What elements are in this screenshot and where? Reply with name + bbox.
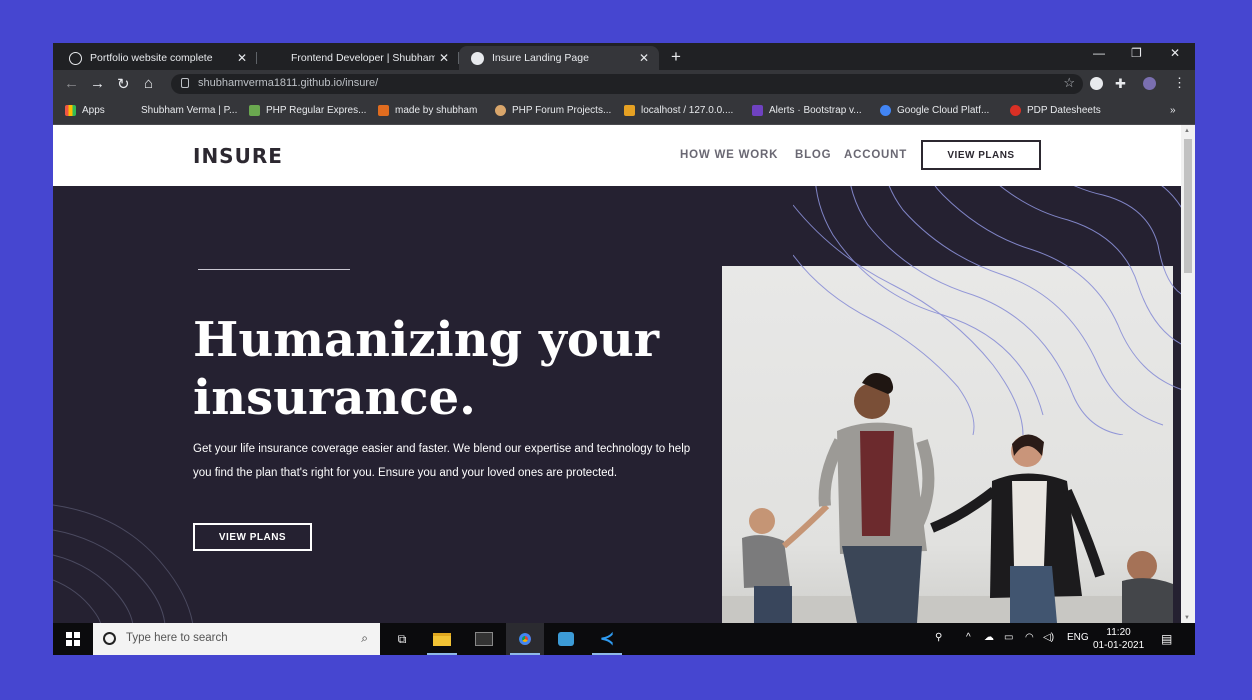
onedrive-icon[interactable]: ☁ xyxy=(984,632,994,643)
taskbar-search-box[interactable]: Type here to search ⌕ xyxy=(93,623,380,655)
new-tab-button[interactable]: + xyxy=(671,47,681,67)
extensions-puzzle-icon[interactable]: ✚ xyxy=(1115,76,1126,92)
browser-tab[interactable]: Portfolio website complete ✕ xyxy=(57,46,257,70)
bookmark-label: Alerts · Bootstrap v... xyxy=(769,105,862,116)
web-page: INSURE HOW WE WORK BLOG ACCOUNT VIEW PLA… xyxy=(53,125,1181,623)
url-text: shubhamverma1811.github.io/insure/ xyxy=(198,77,379,89)
terminal-icon[interactable] xyxy=(465,623,503,655)
minimize-button[interactable]: — xyxy=(1093,46,1105,60)
clock-time: 11:20 xyxy=(1106,627,1131,638)
bookmark-item[interactable]: Google Cloud Platf... xyxy=(880,105,989,116)
bookmark-favicon xyxy=(495,105,506,116)
bookmark-item[interactable]: PHP Regular Expres... xyxy=(249,105,366,116)
bookmark-item[interactable]: PDP Datesheets xyxy=(1010,105,1101,116)
bookmarks-bar: Apps Shubham Verma | P... PHP Regular Ex… xyxy=(53,98,1195,125)
nav-link-account[interactable]: ACCOUNT xyxy=(844,149,907,161)
search-placeholder: Type here to search xyxy=(126,632,228,644)
tab-title: Portfolio website complete xyxy=(90,52,213,64)
people-icon[interactable]: ⚲ xyxy=(935,632,942,643)
vscode-icon[interactable]: ≺ xyxy=(588,623,626,655)
bookmark-apps[interactable]: Apps xyxy=(65,105,105,116)
app-icon[interactable] xyxy=(547,623,585,655)
close-tab-icon[interactable]: ✕ xyxy=(639,51,649,65)
windows-taskbar: Type here to search ⌕ ⧉ ≺ ⚲ ^ ☁ ▭ ◠ ◁) E… xyxy=(53,623,1195,655)
bookmark-label: Shubham Verma | P... xyxy=(141,105,238,116)
nav-link-blog[interactable]: BLOG xyxy=(795,149,831,161)
menu-kebab-icon[interactable]: ⋮ xyxy=(1173,75,1186,91)
tab-title: Insure Landing Page xyxy=(492,52,589,64)
page-favicon xyxy=(471,51,484,65)
bookmark-favicon xyxy=(249,105,260,116)
scroll-up-icon[interactable]: ▲ xyxy=(1184,128,1190,134)
browser-tab[interactable]: Frontend Developer | Shubham V ✕ xyxy=(263,46,459,70)
bookmark-item[interactable]: made by shubham xyxy=(378,105,477,116)
maximize-button[interactable]: ❐ xyxy=(1131,46,1142,60)
bootstrap-icon xyxy=(752,105,763,116)
chrome-icon[interactable] xyxy=(506,623,544,655)
extension-icon[interactable] xyxy=(1090,77,1103,90)
view-plans-hero-button[interactable]: VIEW PLANS xyxy=(193,523,312,551)
cortana-icon xyxy=(103,632,116,645)
bookmark-item[interactable]: localhost / 127.0.0.... xyxy=(624,105,733,116)
chevron-up-icon[interactable]: ^ xyxy=(966,632,971,643)
bookmark-favicon xyxy=(880,105,891,116)
browser-tab-strip: Portfolio website complete ✕ Frontend De… xyxy=(53,43,1195,70)
browser-tab-active[interactable]: Insure Landing Page ✕ xyxy=(459,46,659,70)
task-view-icon[interactable]: ⧉ xyxy=(383,623,421,655)
close-window-button[interactable]: ✕ xyxy=(1170,46,1180,60)
microphone-icon[interactable]: ⌕ xyxy=(361,631,368,646)
forward-icon[interactable]: → xyxy=(90,75,105,92)
back-icon[interactable]: ← xyxy=(64,75,79,92)
home-icon[interactable]: ⌂ xyxy=(144,75,153,92)
apps-grid-icon xyxy=(65,105,76,116)
clock-date: 01-01-2021 xyxy=(1093,640,1145,651)
bookmark-favicon xyxy=(378,105,389,116)
hero-description: Get your life insurance coverage easier … xyxy=(193,443,691,479)
reload-icon[interactable]: ↻ xyxy=(117,75,130,93)
scrollbar-thumb[interactable] xyxy=(1184,139,1192,273)
page-scrollbar[interactable]: ▲ ▼ xyxy=(1181,125,1195,623)
battery-icon[interactable]: ▭ xyxy=(1004,632,1013,643)
volume-icon[interactable]: ◁) xyxy=(1043,632,1054,643)
bookmark-item[interactable]: Alerts · Bootstrap v... xyxy=(752,105,862,116)
bookmark-star-icon[interactable]: ☆ xyxy=(1063,75,1075,91)
address-bar[interactable]: shubhamverma1811.github.io/insure/ ☆ xyxy=(171,74,1083,94)
bookmark-favicon xyxy=(1010,105,1021,116)
lock-icon xyxy=(181,78,189,88)
bookmark-label: Google Cloud Platf... xyxy=(897,105,990,116)
system-clock[interactable]: 11:20 01-01-2021 xyxy=(1093,626,1144,652)
tab-title: Frontend Developer | Shubham V xyxy=(291,52,435,64)
globe-icon xyxy=(69,51,82,65)
windows-start-icon[interactable] xyxy=(66,632,80,646)
hero-title: Humanizing your insurance. xyxy=(193,312,660,426)
wifi-icon[interactable]: ◠ xyxy=(1025,632,1034,643)
browser-toolbar: ← → ↻ ⌂ shubhamverma1811.github.io/insur… xyxy=(53,70,1195,98)
hero-divider xyxy=(198,269,350,270)
bookmark-label: PHP Forum Projects... xyxy=(512,105,612,116)
profile-avatar[interactable] xyxy=(1143,77,1156,90)
insure-logo[interactable]: INSURE xyxy=(193,144,283,168)
file-explorer-icon[interactable] xyxy=(423,623,461,655)
bookmark-label: made by shubham xyxy=(395,105,478,116)
bookmark-item[interactable]: Shubham Verma | P... xyxy=(141,105,237,116)
bookmark-label: Apps xyxy=(82,105,105,116)
nav-link-how-we-work[interactable]: HOW WE WORK xyxy=(680,149,778,161)
bookmark-item[interactable]: PHP Forum Projects... xyxy=(495,105,611,116)
close-tab-icon[interactable]: ✕ xyxy=(439,51,449,65)
bookmark-label: PHP Regular Expres... xyxy=(266,105,367,116)
bookmark-label: localhost / 127.0.0.... xyxy=(641,105,734,116)
language-indicator[interactable]: ENG xyxy=(1067,632,1089,643)
desktop-screen: Portfolio website complete ✕ Frontend De… xyxy=(53,43,1195,655)
site-header: INSURE HOW WE WORK BLOG ACCOUNT VIEW PLA… xyxy=(53,125,1181,186)
view-plans-nav-button[interactable]: VIEW PLANS xyxy=(921,140,1041,170)
bookmark-favicon xyxy=(624,105,635,116)
more-bookmarks-icon[interactable]: » xyxy=(1170,105,1176,116)
close-tab-icon[interactable]: ✕ xyxy=(237,51,247,65)
bookmark-label: PDP Datesheets xyxy=(1027,105,1101,116)
notification-icon[interactable]: ▤ xyxy=(1161,632,1172,646)
wavy-line-pattern xyxy=(53,504,194,623)
scroll-down-icon[interactable]: ▼ xyxy=(1184,615,1190,621)
